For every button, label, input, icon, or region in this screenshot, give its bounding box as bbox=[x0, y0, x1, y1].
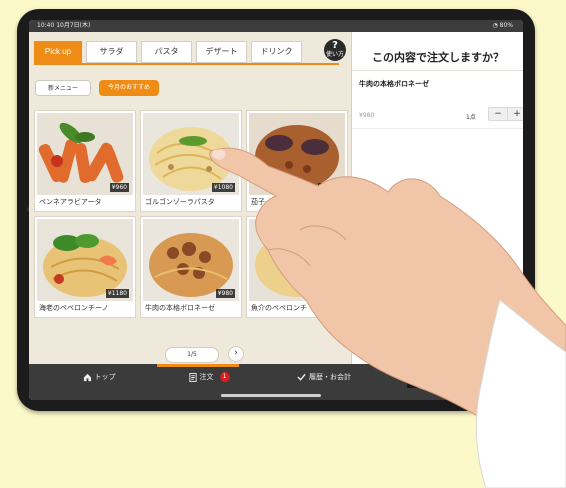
quantity-stepper: − + bbox=[488, 107, 523, 121]
status-battery: ◔ 80% bbox=[492, 22, 514, 29]
page-indicator: 1/5 bbox=[165, 347, 219, 363]
tab-pasta[interactable]: パスタ bbox=[141, 41, 192, 63]
menu-item-name: ペンネアラビアータ bbox=[39, 198, 102, 206]
status-time: 10:40 10月7日(木) bbox=[37, 22, 91, 29]
home-icon bbox=[83, 373, 91, 381]
nav-history[interactable]: 履歴・お会計 bbox=[274, 364, 374, 390]
divider bbox=[352, 70, 523, 71]
menu-card[interactable]: ¥1180 海老のペペロンチーノ bbox=[34, 216, 136, 318]
document-icon bbox=[188, 372, 197, 382]
order-confirm-pane: この内容で注文しますか？ 牛肉の本格ボロネーゼ ¥980 1点 − + bbox=[351, 32, 523, 364]
help-button[interactable]: ? 使い方 bbox=[324, 39, 346, 61]
menu-item-name: 海老のペペロンチーノ bbox=[39, 304, 109, 312]
confirm-title: この内容で注文しますか？ bbox=[372, 51, 504, 64]
tablet-frame: 10:40 10月7日(木) ◔ 80% Pick up サラダ パスタ デザー… bbox=[17, 9, 535, 411]
price-tag: ¥1180 bbox=[105, 289, 129, 298]
person-icon: ▩ bbox=[413, 374, 422, 382]
menu-card[interactable]: ¥960 ペンネアラビアータ bbox=[34, 110, 136, 212]
menu-pane: Pick up サラダ パスタ デザート ドリンク ? 使い方 新メニュー 今月… bbox=[29, 32, 351, 364]
price-tag: ¥1080 bbox=[211, 183, 235, 192]
price-tag: ¥960 bbox=[109, 183, 129, 192]
menu-item-name: 茄子 bbox=[251, 198, 265, 206]
food-image bbox=[249, 219, 345, 301]
check-icon bbox=[297, 373, 306, 381]
menu-item-name: 牛肉の本格ボロネーゼ bbox=[145, 304, 215, 312]
menu-item-name: ゴルゴンゾーラパスタ bbox=[145, 198, 215, 206]
subtab-new-menu[interactable]: 新メニュー bbox=[35, 80, 91, 96]
menu-card[interactable]: ¥980 牛肉の本格ボロネーゼ bbox=[140, 216, 242, 318]
divider bbox=[352, 128, 523, 129]
order-item-price: ¥980 bbox=[359, 112, 375, 119]
decrease-button[interactable]: − bbox=[489, 108, 507, 120]
order-item-name: 牛肉の本格ボロネーゼ bbox=[359, 80, 429, 88]
bottom-nav: トップ 注文 1 履歴・お会計 ▩ スタッフ呼出 bbox=[29, 364, 523, 400]
tab-dessert[interactable]: デザート bbox=[196, 41, 247, 63]
home-indicator bbox=[221, 394, 321, 397]
menu-card[interactable]: ¥1080 茄子 bbox=[246, 110, 348, 212]
help-label: 使い方 bbox=[325, 51, 344, 58]
tab-drink[interactable]: ドリンク bbox=[251, 41, 302, 63]
call-staff-button[interactable]: ▩ スタッフ呼出 bbox=[407, 368, 487, 388]
subtab-monthly-recommend[interactable]: 今月のおすすめ bbox=[99, 80, 159, 96]
next-page-button[interactable]: › bbox=[228, 346, 244, 362]
increase-button[interactable]: + bbox=[507, 108, 523, 120]
order-count-badge: 1 bbox=[219, 372, 230, 382]
menu-item-name: 魚介のペペロンチ bbox=[251, 304, 307, 312]
price-tag: ¥1080 bbox=[317, 183, 341, 192]
menu-card[interactable]: 魚介のペペロンチ bbox=[246, 216, 348, 318]
tab-pickup[interactable]: Pick up bbox=[34, 41, 82, 63]
tab-salad[interactable]: サラダ bbox=[86, 41, 137, 63]
order-item-quantity: 1点 bbox=[466, 114, 476, 121]
wifi-icon: ◔ bbox=[492, 22, 500, 29]
tablet-screen: 10:40 10月7日(木) ◔ 80% Pick up サラダ パスタ デザー… bbox=[29, 20, 523, 400]
status-bar: 10:40 10月7日(木) ◔ 80% bbox=[29, 20, 523, 32]
question-icon: ? bbox=[332, 40, 338, 51]
price-tag: ¥980 bbox=[215, 289, 235, 298]
tab-underline bbox=[34, 63, 339, 65]
nav-top[interactable]: トップ bbox=[59, 364, 139, 390]
menu-card[interactable]: ¥1080 ゴルゴンゾーラパスタ bbox=[140, 110, 242, 212]
nav-order[interactable]: 注文 1 bbox=[169, 364, 249, 390]
